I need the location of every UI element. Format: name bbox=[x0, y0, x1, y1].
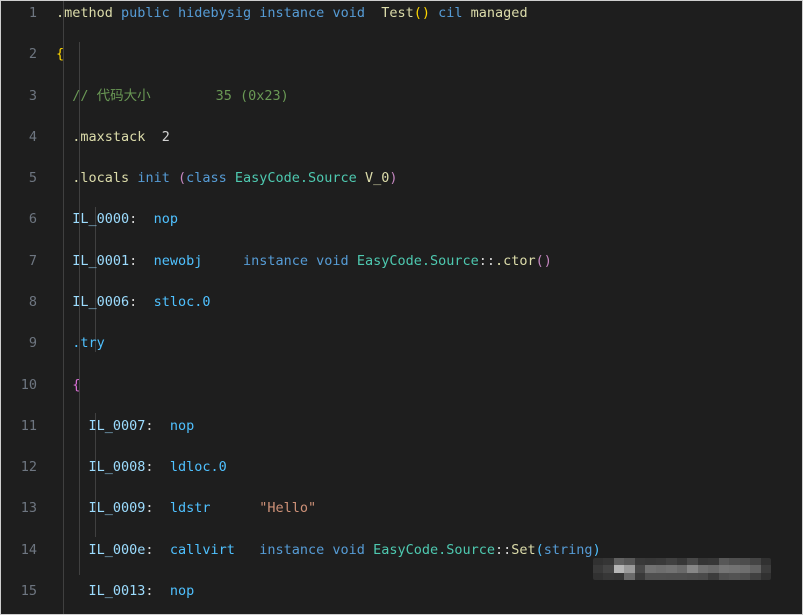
line-number: 1 bbox=[28, 5, 37, 21]
line-content-8: IL_0006: stloc.0 bbox=[72, 293, 211, 310]
watermark-pixel bbox=[666, 572, 677, 580]
watermark-pixel bbox=[676, 565, 688, 573]
watermark-pixel bbox=[729, 565, 740, 573]
line-content-13: IL_0009: ldstr "Hello" bbox=[88, 500, 317, 517]
watermark-pixel bbox=[687, 572, 698, 580]
watermark-pixel bbox=[645, 558, 656, 566]
watermark-pixel bbox=[613, 558, 625, 566]
code-line[interactable]: 9 .try bbox=[1, 333, 802, 354]
watermark-pixel bbox=[729, 572, 740, 580]
line-content-2: { bbox=[56, 46, 65, 63]
watermark-pixel bbox=[676, 558, 688, 566]
watermark-pixel bbox=[718, 572, 730, 580]
watermark-pixel bbox=[750, 565, 761, 573]
code-line[interactable]: 12 IL_0008: ldloc.0 bbox=[1, 457, 802, 478]
watermark-pixel bbox=[739, 572, 751, 580]
watermark-pixel bbox=[750, 558, 761, 566]
code-line[interactable]: 6 IL_0000: nop bbox=[1, 209, 802, 230]
watermark-pixel bbox=[718, 558, 730, 566]
code-line[interactable]: 1 .method public hidebysig instance void… bbox=[1, 3, 802, 24]
watermark-pixel bbox=[593, 565, 604, 573]
watermark-pixel bbox=[687, 558, 698, 566]
line-number: 10 bbox=[20, 376, 37, 393]
line-number: 4 bbox=[28, 128, 37, 145]
watermark-pixel bbox=[645, 565, 656, 573]
watermark-pixel bbox=[739, 558, 751, 566]
watermark-pixel bbox=[729, 558, 740, 566]
line-number: 12 bbox=[20, 459, 37, 476]
line-number: 3 bbox=[28, 87, 37, 104]
watermark-pixel bbox=[666, 558, 677, 566]
watermark-pixel bbox=[603, 572, 614, 580]
watermark-pixel bbox=[708, 558, 719, 566]
watermark-pixel bbox=[634, 572, 646, 580]
code-editor[interactable]: 1 .method public hidebysig instance void… bbox=[0, 0, 803, 615]
censored-watermark bbox=[593, 558, 771, 580]
line-number: 6 bbox=[28, 211, 37, 228]
watermark-pixel bbox=[624, 558, 635, 566]
line-content-11: IL_0007: nop bbox=[88, 417, 195, 434]
line-number: 14 bbox=[20, 541, 37, 558]
line-number: 9 bbox=[28, 335, 37, 352]
watermark-pixel bbox=[634, 565, 646, 573]
watermark-pixel bbox=[613, 565, 625, 573]
watermark-pixel bbox=[634, 558, 646, 566]
code-line[interactable]: 8 IL_0006: stloc.0 bbox=[1, 292, 802, 313]
line-content-3: // 代码大小 35 (0x23) bbox=[56, 87, 289, 104]
watermark-pixel bbox=[593, 572, 604, 580]
code-line[interactable]: 5 .locals init (class EasyCode.Source V_… bbox=[1, 168, 802, 189]
line-number: 7 bbox=[28, 252, 37, 269]
code-line[interactable]: 2 { bbox=[1, 44, 802, 65]
code-line[interactable]: 11 IL_0007: nop bbox=[1, 416, 802, 437]
watermark-pixel bbox=[687, 565, 698, 573]
code-surface[interactable]: 1 .method public hidebysig instance void… bbox=[1, 1, 802, 614]
watermark-pixel bbox=[697, 558, 709, 566]
watermark-pixel bbox=[613, 572, 625, 580]
watermark-pixel bbox=[603, 558, 614, 566]
code-line[interactable]: 7 IL_0001: newobj instance void EasyCode… bbox=[1, 251, 802, 272]
code-line[interactable]: 4 .maxstack 2 bbox=[1, 127, 802, 148]
line-content-6: IL_0000: nop bbox=[72, 211, 178, 228]
line-number: 5 bbox=[28, 170, 37, 187]
watermark-pixel bbox=[624, 572, 635, 580]
code-line[interactable]: 13 IL_0009: ldstr "Hello" bbox=[1, 498, 802, 519]
watermark-pixel bbox=[750, 572, 761, 580]
watermark-pixel bbox=[655, 572, 667, 580]
watermark-pixel bbox=[760, 558, 771, 566]
code-line[interactable]: 15 IL_0013: nop bbox=[1, 581, 802, 602]
line-number: 13 bbox=[20, 500, 37, 517]
watermark-pixel bbox=[593, 558, 604, 566]
watermark-pixel bbox=[718, 565, 730, 573]
watermark-pixel bbox=[739, 565, 751, 573]
line-content-4: .maxstack 2 bbox=[72, 128, 170, 145]
line-content-12: IL_0008: ldloc.0 bbox=[88, 459, 227, 476]
line-content-10: { bbox=[72, 376, 81, 393]
watermark-pixel bbox=[655, 565, 667, 573]
line-content-14: IL_000e: callvirt instance void EasyCode… bbox=[88, 541, 601, 558]
watermark-pixel bbox=[708, 565, 719, 573]
watermark-pixel bbox=[645, 572, 656, 580]
watermark-pixel bbox=[624, 565, 635, 573]
watermark-pixel bbox=[603, 565, 614, 573]
line-content-7: IL_0001: newobj instance void EasyCode.S… bbox=[72, 252, 552, 269]
line-number: 15 bbox=[20, 583, 37, 600]
watermark-pixel bbox=[760, 572, 771, 580]
line-number: 2 bbox=[28, 46, 37, 63]
line-content-9: .try bbox=[72, 335, 105, 352]
watermark-pixel bbox=[676, 572, 688, 580]
line-number: 11 bbox=[20, 417, 37, 434]
line-content-15: IL_0013: nop bbox=[88, 583, 195, 600]
code-line[interactable]: 3 // 代码大小 35 (0x23) bbox=[1, 86, 802, 107]
watermark-pixel bbox=[666, 565, 677, 573]
code-line[interactable]: 10 { bbox=[1, 375, 802, 396]
line-number: 8 bbox=[28, 293, 37, 310]
watermark-pixel bbox=[697, 572, 709, 580]
watermark-pixel bbox=[708, 572, 719, 580]
line-content-1: .method public hidebysig instance void T… bbox=[56, 5, 528, 21]
watermark-pixel bbox=[655, 558, 667, 566]
watermark-pixel bbox=[760, 565, 771, 573]
line-content-5: .locals init (class EasyCode.Source V_0) bbox=[72, 170, 398, 187]
watermark-pixel bbox=[697, 565, 709, 573]
